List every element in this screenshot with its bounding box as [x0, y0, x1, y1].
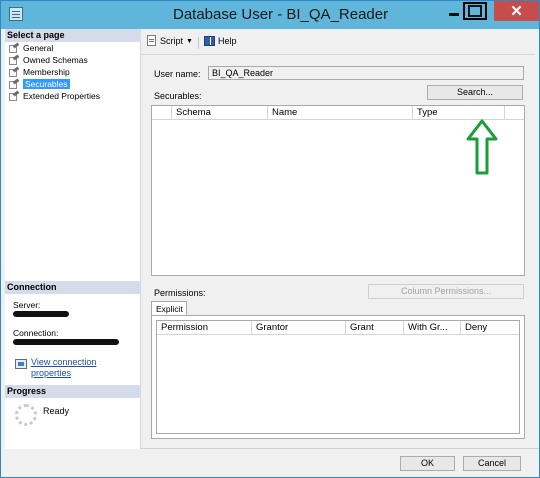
column-header-deny[interactable]: Deny: [461, 321, 519, 335]
column-header-permission[interactable]: Permission: [157, 321, 252, 335]
page-wrench-icon: [9, 66, 20, 77]
permissions-grid-header: Permission Grantor Grant With Gr... Deny: [157, 321, 519, 335]
maximize-button[interactable]: [463, 2, 487, 20]
page-item-general[interactable]: General: [9, 42, 53, 54]
view-connection-properties-link[interactable]: View connection properties: [31, 357, 121, 379]
user-name-label: User name:: [154, 69, 201, 79]
toolbar-separator: [198, 37, 199, 49]
tab-explicit[interactable]: Explicit: [151, 301, 187, 316]
script-icon: [146, 35, 158, 47]
script-button[interactable]: Script ▼: [146, 35, 193, 47]
permissions-label: Permissions:: [154, 288, 206, 298]
dialog-window: Database User - BI_QA_Reader ✕ Select a …: [0, 0, 540, 478]
app-icon: [9, 7, 23, 21]
chevron-down-icon[interactable]: ▼: [186, 38, 193, 45]
window-title: Database User - BI_QA_Reader: [173, 6, 389, 23]
column-header-schema[interactable]: Schema: [172, 106, 268, 120]
help-book-icon: [204, 35, 216, 47]
securables-grid-header: Schema Name Type: [152, 106, 524, 120]
column-header-grantor[interactable]: Grantor: [252, 321, 346, 335]
toolbar: Script ▼ Help: [141, 31, 535, 55]
script-label: Script: [160, 36, 184, 46]
permissions-grid[interactable]: Permission Grantor Grant With Gr... Deny: [156, 320, 520, 434]
help-label: Help: [218, 36, 237, 46]
page-item-label: Membership: [23, 67, 70, 77]
page-item-label: General: [23, 43, 54, 53]
page-item-label: Owned Schemas: [23, 55, 88, 65]
footer-divider: [141, 448, 539, 449]
page-item-label: Securables: [23, 79, 70, 89]
progress-spinner-icon: [15, 404, 37, 426]
user-name-field[interactable]: BI_QA_Reader: [208, 66, 524, 80]
page-item-membership[interactable]: Membership: [9, 66, 70, 78]
ok-button[interactable]: OK: [400, 456, 455, 471]
connection-label: Connection:: [13, 328, 59, 338]
securables-label: Securables:: [154, 91, 202, 101]
page-wrench-icon: [9, 78, 20, 89]
column-header-with-grant[interactable]: With Gr...: [404, 321, 461, 335]
column-header-grant[interactable]: Grant: [346, 321, 404, 335]
column-header-name[interactable]: Name: [268, 106, 413, 120]
progress-status: Ready: [43, 406, 70, 416]
page-item-securables[interactable]: Securables: [9, 78, 70, 90]
permissions-tab-panel: Permission Grantor Grant With Gr... Deny: [151, 315, 525, 439]
annotation-arrow-up-icon: [466, 119, 498, 175]
server-value-redacted: [13, 311, 69, 317]
search-button[interactable]: Search...: [427, 85, 523, 100]
page-wrench-icon: [9, 90, 20, 101]
column-permissions-button[interactable]: Column Permissions...: [368, 284, 524, 299]
connection-value-redacted: [13, 339, 119, 345]
progress-header: Progress: [5, 385, 141, 398]
cancel-button[interactable]: Cancel: [463, 456, 521, 471]
connection-properties-icon: [15, 359, 27, 369]
page-wrench-icon: [9, 42, 20, 53]
connection-header: Connection: [5, 281, 141, 294]
left-pane: Select a page General Owned Schemas Memb…: [5, 29, 141, 449]
page-item-label: Extended Properties: [23, 91, 101, 101]
page-item-owned-schemas[interactable]: Owned Schemas: [9, 54, 88, 66]
close-button[interactable]: ✕: [494, 1, 539, 21]
help-button[interactable]: Help: [204, 35, 237, 47]
column-header-type[interactable]: Type: [413, 106, 505, 120]
page-wrench-icon: [9, 54, 20, 65]
select-page-header: Select a page: [5, 29, 141, 42]
title-bar[interactable]: Database User - BI_QA_Reader ✕: [1, 1, 539, 29]
page-item-extended-properties[interactable]: Extended Properties: [9, 90, 100, 102]
row-selector-column: [152, 106, 172, 120]
server-label: Server:: [13, 300, 41, 310]
